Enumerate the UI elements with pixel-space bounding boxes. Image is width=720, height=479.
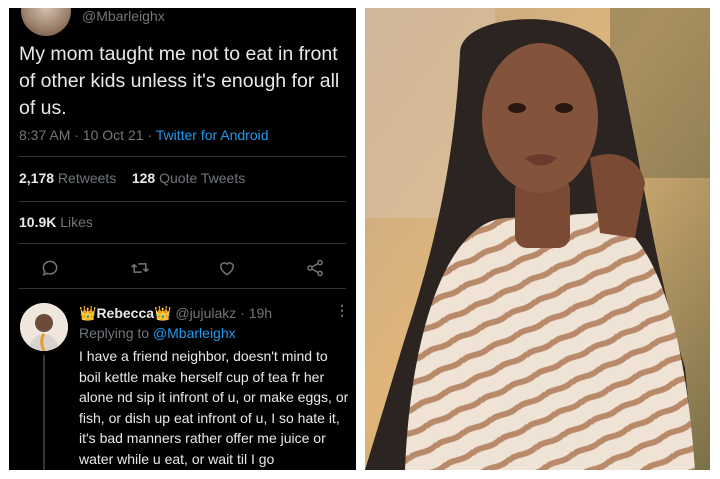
portrait-illustration <box>365 8 710 470</box>
more-options-icon[interactable]: ⋮ <box>335 302 349 319</box>
avatar-photo <box>20 303 68 351</box>
portrait-photo <box>365 8 710 470</box>
tweet-source[interactable]: Twitter for Android <box>156 127 269 143</box>
tweet-meta: 8:37 AM · 10 Oct 21 · Twitter for Androi… <box>19 127 269 143</box>
tweet-timestamp[interactable]: 8:37 AM · 10 Oct 21 · <box>19 127 156 143</box>
divider <box>19 156 346 157</box>
divider <box>19 288 346 289</box>
retweets-label: Retweets <box>54 170 117 186</box>
author-handle[interactable]: @Mbarleighx <box>82 8 165 24</box>
author-avatar[interactable] <box>21 8 71 36</box>
tweet-screenshot: @Mbarleighx My mom taught me not to eat … <box>9 8 356 470</box>
reply-icon[interactable] <box>40 258 60 278</box>
reply-author-name[interactable]: Rebecca <box>96 305 154 321</box>
reply-header: 👑Rebecca👑 @jujulakz · 19h <box>79 305 272 322</box>
likes-label: Likes <box>56 214 93 230</box>
retweet-icon[interactable] <box>130 258 150 278</box>
divider <box>19 201 346 202</box>
retweets-stat[interactable]: 2,178 Retweets <box>19 170 116 186</box>
likes-stat[interactable]: 10.9K Likes <box>19 214 93 230</box>
quotes-label: Quote Tweets <box>155 170 246 186</box>
tweet-text: My mom taught me not to eat in front of … <box>19 43 340 119</box>
replying-mention[interactable]: @Mbarleighx <box>153 325 236 341</box>
replying-to: Replying to @Mbarleighx <box>79 325 236 341</box>
crown-icon: 👑 <box>154 305 172 321</box>
divider <box>19 243 346 244</box>
like-icon[interactable] <box>217 258 237 278</box>
quotes-count: 128 <box>131 170 156 186</box>
tweet-actions <box>9 258 356 278</box>
thread-line <box>43 355 45 470</box>
reply-handle-time[interactable]: @jujulakz · 19h <box>171 305 272 321</box>
retweets-count: 2,178 <box>19 170 55 186</box>
tweet-stats: 2,178 Retweets 128 Quote Tweets <box>19 170 245 186</box>
quotes-stat[interactable]: 128 Quote Tweets <box>132 170 245 186</box>
likes-count: 10.9K <box>19 214 57 230</box>
replying-prefix: Replying to <box>79 325 153 341</box>
reply-text: I have a friend neighbor, doesn't mind t… <box>79 348 349 467</box>
share-icon[interactable] <box>305 258 325 278</box>
crown-icon: 👑 <box>79 305 97 321</box>
reply-author-avatar[interactable] <box>20 303 68 351</box>
